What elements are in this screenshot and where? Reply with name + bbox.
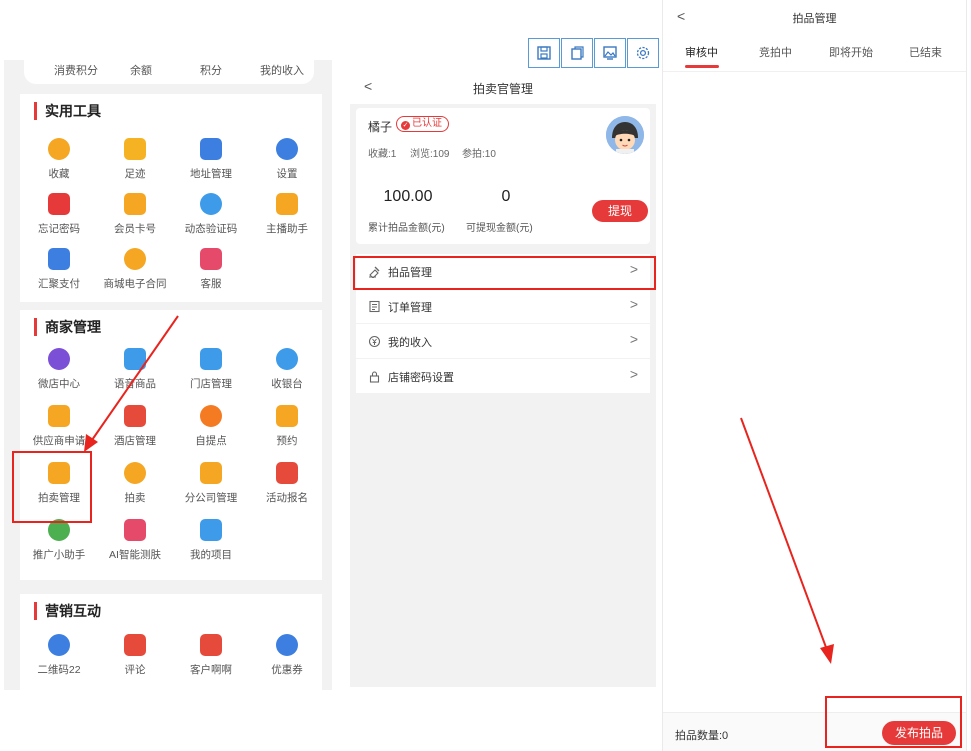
arrowhead-right bbox=[820, 644, 834, 664]
arrow-line-left bbox=[91, 315, 179, 441]
arrowhead-left bbox=[84, 434, 98, 452]
arrow-line-right bbox=[740, 417, 828, 651]
annotation-arrows bbox=[84, 315, 834, 664]
